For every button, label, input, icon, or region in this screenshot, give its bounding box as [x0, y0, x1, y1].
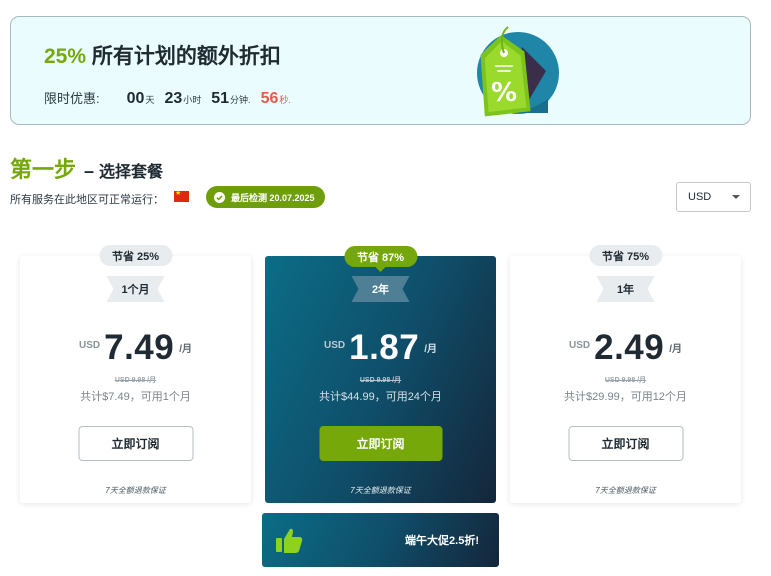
banner-title-text: 所有计划的额外折扣	[91, 45, 281, 68]
discount-tag-icon: %	[477, 26, 559, 117]
banner-percent: 25%	[44, 45, 87, 68]
deal-banner[interactable]: 端午大促2.5折!	[262, 513, 499, 567]
chevron-down-icon	[732, 195, 740, 199]
price-currency: USD	[78, 340, 101, 351]
step-number: 第一步	[10, 157, 77, 182]
price: USD 7.49 /月	[20, 328, 251, 368]
old-price: USD 9.98 /月	[604, 377, 647, 384]
plan-card-1-year[interactable]: 节省 75% 1年 USD 2.49 /月 USD 9.98 /月 共计$29.…	[510, 245, 741, 503]
price-currency: USD	[323, 340, 346, 351]
money-back-guarantee: 7天全额退款保证	[595, 486, 656, 495]
money-back-guarantee: 7天全额退款保证	[350, 486, 411, 495]
last-checked-badge: 最后检测 20.07.2025	[206, 186, 325, 208]
price-period: /月	[424, 344, 438, 355]
total-price: 共计$7.49，可用1个月	[80, 391, 191, 403]
price-currency: USD	[568, 340, 591, 351]
countdown-seconds: 56	[260, 90, 279, 107]
countdown-minutes: 51	[211, 90, 230, 107]
countdown-hours-unit: 小时	[183, 95, 202, 105]
check-circle-icon	[214, 191, 225, 203]
subscribe-button[interactable]: 立即订阅	[568, 426, 683, 461]
price-value: 1.87	[349, 328, 420, 367]
subscribe-button[interactable]: 立即订阅	[319, 426, 442, 461]
price: USD 2.49 /月	[510, 328, 741, 368]
step-heading: 第一步 – 选择套餐	[10, 152, 163, 184]
price-period: /月	[669, 344, 683, 355]
tag-percent-symbol: %	[491, 78, 517, 108]
term-ribbon: 2年	[351, 276, 410, 302]
banner-title: 25% 所有计划的额外折扣	[44, 40, 281, 70]
region-status-text: 所有服务在此地区可正常运行：	[10, 194, 164, 206]
term-ribbon: 1个月	[106, 276, 165, 302]
total-price: 共计$44.99，可用24个月	[319, 391, 442, 403]
price-period: /月	[179, 344, 193, 355]
old-price: USD 9.98 /月	[114, 377, 157, 384]
countdown-days: 00	[126, 90, 145, 107]
countdown: 限时优惠: 00 天 23 小时 51 分钟. 56 秒.	[44, 88, 301, 108]
countdown-label: 限时优惠:	[44, 91, 100, 106]
thumbs-up-icon	[276, 528, 303, 553]
currency-selected: USD	[688, 191, 712, 203]
save-badge: 节省 25%	[98, 245, 173, 266]
price-value: 2.49	[594, 328, 665, 367]
total-price: 共计$29.99，可用12个月	[564, 391, 687, 403]
price-value: 7.49	[104, 328, 175, 367]
save-badge: 节省 87%	[343, 246, 418, 272]
save-badge: 节省 75%	[588, 245, 663, 266]
step-dash: –	[84, 161, 95, 181]
last-checked-text: 最后检测 20.07.2025	[231, 192, 315, 203]
countdown-seconds-unit: 秒.	[279, 95, 291, 105]
countdown-hours: 23	[164, 90, 183, 107]
promo-banner: 25% 所有计划的额外折扣 限时优惠: 00 天 23 小时 51 分钟. 56…	[10, 16, 751, 125]
countdown-days-unit: 天	[145, 95, 155, 105]
term-ribbon: 1年	[596, 276, 655, 302]
china-flag-icon	[174, 189, 189, 202]
plan-card-2-years[interactable]: 节省 87% 2年 USD 1.87 /月 USD 9.98 /月 共计$44.…	[265, 246, 496, 503]
plan-card-1-month[interactable]: 节省 25% 1个月 USD 7.49 /月 USD 9.98 /月 共计$7.…	[20, 245, 251, 503]
currency-select[interactable]: USD	[676, 182, 751, 212]
subscribe-button[interactable]: 立即订阅	[78, 426, 193, 461]
money-back-guarantee: 7天全额退款保证	[105, 486, 166, 495]
countdown-minutes-unit: 分钟.	[230, 95, 251, 105]
deal-text: 端午大促2.5折!	[405, 535, 479, 547]
step-title: 选择套餐	[99, 164, 164, 181]
price: USD 1.87 /月	[265, 328, 496, 368]
old-price: USD 9.98 /月	[359, 377, 402, 384]
